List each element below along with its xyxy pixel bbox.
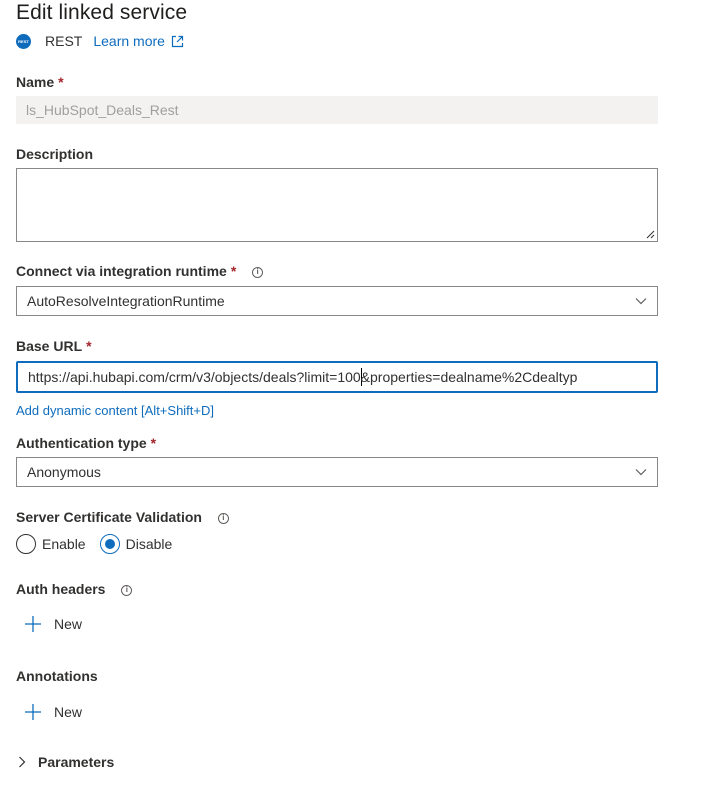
- parameters-expander[interactable]: Parameters: [18, 754, 114, 770]
- radio-disable[interactable]: Disable: [99, 534, 173, 554]
- server-cert-label: Server Certificate Validation i: [16, 509, 229, 525]
- required-marker: *: [58, 74, 64, 90]
- radio-enable-circle[interactable]: [16, 534, 36, 554]
- resize-grip-icon[interactable]: [645, 229, 655, 239]
- integration-runtime-label: Connect via integration runtime * i: [16, 263, 264, 279]
- base-url-text-before-caret: https://api.hubapi.com/crm/v3/objects/de…: [28, 369, 361, 385]
- server-cert-radio-group: Enable Disable: [16, 534, 186, 554]
- learn-more-link[interactable]: Learn more: [93, 33, 184, 49]
- required-marker: *: [230, 263, 237, 279]
- description-label: Description: [16, 146, 94, 162]
- annotations-new-button[interactable]: New: [24, 703, 82, 721]
- rest-connector-icon: REST: [16, 33, 31, 49]
- chevron-down-icon: [635, 469, 647, 476]
- integration-runtime-value: AutoResolveIntegrationRuntime: [27, 293, 225, 309]
- new-label: New: [54, 704, 83, 720]
- learn-more-label: Learn more: [93, 33, 165, 49]
- connector-name: REST: [45, 33, 83, 49]
- auth-type-select[interactable]: Anonymous: [16, 457, 658, 487]
- base-url-text-after-caret: &properties=dealname%2Cdealtyp: [360, 369, 578, 385]
- required-marker: *: [86, 338, 92, 354]
- base-url-label: Base URL *: [16, 338, 92, 354]
- auth-type-value: Anonymous: [27, 464, 101, 480]
- radio-disable-circle[interactable]: [99, 534, 120, 554]
- annotations-label: Annotations: [16, 668, 98, 684]
- plus-icon: [25, 704, 41, 720]
- radio-selected-dot: [104, 539, 115, 549]
- required-marker: *: [150, 435, 157, 451]
- chevron-down-icon: [635, 298, 647, 305]
- add-dynamic-content-link[interactable]: Add dynamic content [Alt+Shift+D]: [16, 403, 214, 418]
- new-label: New: [54, 616, 83, 632]
- info-icon[interactable]: i: [252, 266, 264, 278]
- name-field[interactable]: ls_HubSpot_Deals_Rest: [16, 96, 658, 124]
- connector-row: REST REST Learn more: [16, 31, 184, 51]
- info-icon[interactable]: i: [121, 584, 133, 596]
- auth-type-label: Authentication type *: [16, 435, 157, 451]
- name-label: Name *: [16, 74, 64, 90]
- external-link-icon: [171, 35, 184, 47]
- radio-enable-label: Enable: [42, 536, 86, 552]
- panel-title: Edit linked service: [16, 1, 188, 24]
- parameters-label: Parameters: [38, 754, 115, 770]
- auth-headers-new-button[interactable]: New: [24, 615, 82, 633]
- chevron-right-icon: [19, 756, 26, 768]
- info-icon[interactable]: i: [217, 512, 229, 524]
- base-url-input[interactable]: https://api.hubapi.com/crm/v3/objects/de…: [16, 361, 658, 393]
- plus-icon: [25, 616, 41, 632]
- description-field[interactable]: [16, 168, 658, 242]
- integration-runtime-select[interactable]: AutoResolveIntegrationRuntime: [16, 286, 658, 316]
- auth-headers-label: Auth headers i: [16, 581, 133, 597]
- radio-disable-label: Disable: [125, 536, 173, 552]
- radio-enable[interactable]: Enable: [16, 534, 86, 554]
